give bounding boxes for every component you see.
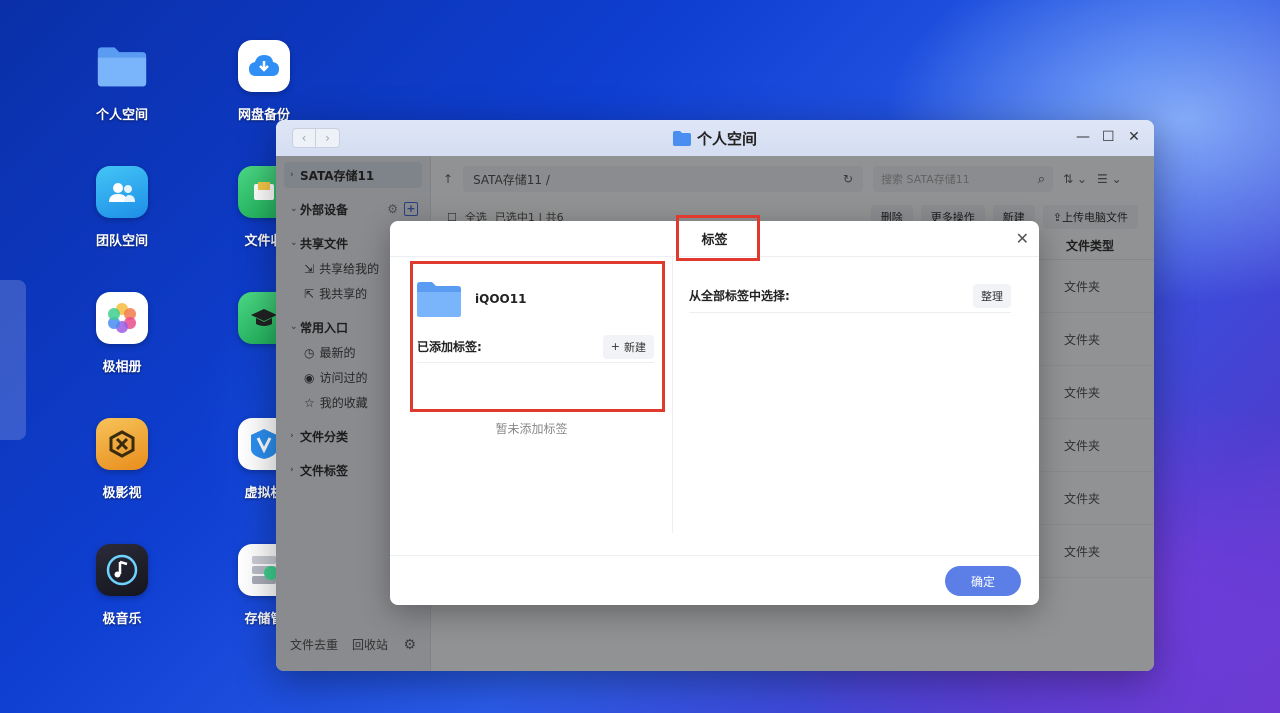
empty-tags-note: 暂未添加标签 <box>495 422 568 436</box>
desktop-icon-cloud-backup[interactable]: 网盘备份 <box>209 40 319 123</box>
close-icon[interactable]: ✕ <box>1128 128 1140 146</box>
desktop-icon-label: 极影视 <box>102 486 142 501</box>
all-tags-label: 从全部标签中选择: <box>689 289 790 303</box>
dialog-footer: 确定 <box>390 555 1039 605</box>
desktop-icon-label: 个人空间 <box>95 108 148 123</box>
window-title-text: 个人空间 <box>696 129 757 148</box>
desktop-icon-personal-space[interactable]: 个人空间 <box>67 40 177 123</box>
music-icon <box>96 544 148 596</box>
dialog-left-panel: iQOO11 已添加标签: + 新建 暂未添加标签 <box>390 257 673 533</box>
window-titlebar[interactable]: ‹ › 个人空间 — ☐ ✕ <box>276 120 1154 156</box>
tag-dialog: 标签 ✕ iQOO11 已添加标签: + 新建 暂未添加标签 从全部标签中选择:… <box>390 215 1039 605</box>
folder-icon <box>96 40 148 92</box>
desktop-icon-label: 极相册 <box>102 360 142 375</box>
desktop-icon-music[interactable]: 极音乐 <box>67 544 177 627</box>
desktop-icon-label: 团队空间 <box>95 234 148 249</box>
highlight-box <box>410 261 665 412</box>
left-dock[interactable] <box>0 280 26 440</box>
window-title: 个人空间 <box>276 120 1154 156</box>
desktop-icon-team-space[interactable]: 团队空间 <box>67 166 177 249</box>
team-icon <box>96 166 148 218</box>
close-icon[interactable]: ✕ <box>1016 231 1029 247</box>
photos-icon <box>96 292 148 344</box>
window-controls: — ☐ ✕ <box>1076 128 1140 146</box>
organize-button[interactable]: 整理 <box>973 283 1011 308</box>
cloud-download-icon <box>238 40 290 92</box>
highlight-box <box>676 215 760 261</box>
dialog-right-panel: 从全部标签中选择: 整理 <box>673 257 1039 533</box>
desktop-icon-photos[interactable]: 极相册 <box>67 292 177 375</box>
maximize-icon[interactable]: ☐ <box>1102 128 1115 146</box>
video-icon <box>96 418 148 470</box>
minimize-icon[interactable]: — <box>1076 128 1090 146</box>
desktop-icon-label: 极音乐 <box>102 612 142 627</box>
confirm-button[interactable]: 确定 <box>945 566 1021 596</box>
desktop-icon-video[interactable]: 极影视 <box>67 418 177 501</box>
all-tags-row: 从全部标签中选择: 整理 <box>689 279 1011 313</box>
folder-icon <box>672 130 691 146</box>
